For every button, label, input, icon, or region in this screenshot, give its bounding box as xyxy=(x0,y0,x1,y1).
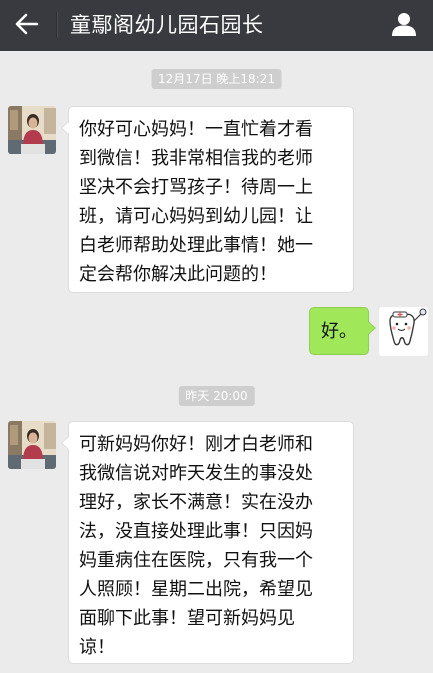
chat-header: 童鄢阁幼儿园石园长 xyxy=(0,0,433,51)
message-text: 你好可心妈妈！一直忙着才看 到微信！我非常相信我的老师 坚决不会打骂孩子！待周一… xyxy=(79,119,313,285)
contact-avatar[interactable] xyxy=(8,106,56,154)
message-text: 好。 xyxy=(321,321,357,342)
header-divider xyxy=(56,12,57,38)
chat-info-button[interactable] xyxy=(389,11,419,41)
contact-avatar[interactable] xyxy=(8,421,56,469)
message-timestamp: 昨天 20:00 xyxy=(178,386,255,406)
incoming-message-bubble[interactable]: 可新妈妈你好！刚才白老师和 我微信说对昨天发生的事没处 理好，家长不满意！实在没… xyxy=(61,421,354,664)
back-button[interactable] xyxy=(12,11,42,41)
message-timestamp: 12月17日 晚上18:21 xyxy=(151,69,282,89)
message-text: 可新妈妈你好！刚才白老师和 我微信说对昨天发生的事没处 理好，家长不满意！实在没… xyxy=(79,434,313,658)
incoming-message-bubble[interactable]: 你好可心妈妈！一直忙着才看 到微信！我非常相信我的老师 坚决不会打骂孩子！待周一… xyxy=(61,106,354,293)
arrow-left-icon xyxy=(15,13,39,39)
person-icon xyxy=(391,11,417,41)
outgoing-message-bubble[interactable]: 好。 xyxy=(309,307,376,355)
chat-title: 童鄢阁幼儿园石园长 xyxy=(70,13,264,37)
tooth-cartoon-avatar[interactable] xyxy=(379,307,428,356)
